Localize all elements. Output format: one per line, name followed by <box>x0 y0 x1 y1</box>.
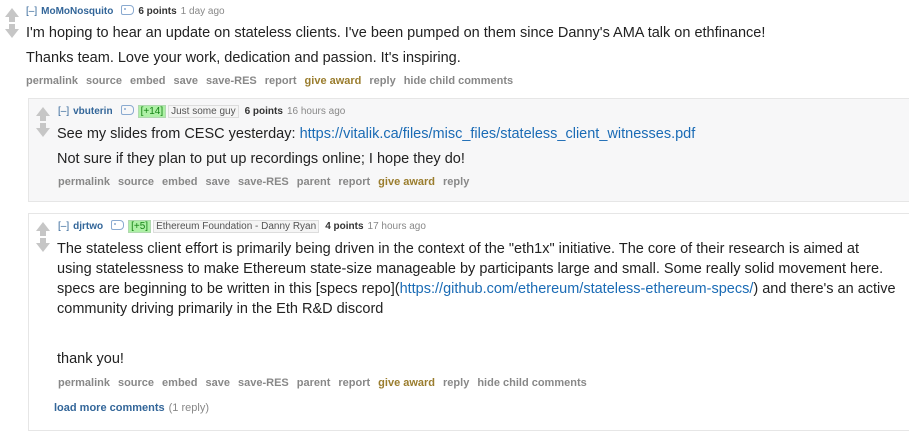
comment-paragraph: thank you! <box>57 351 124 367</box>
hide-child-comments-link[interactable]: hide child comments <box>404 75 513 87</box>
comment-actions: permalink source embed save save-RES parent re… <box>58 174 477 190</box>
timestamp: 1 day ago <box>180 6 225 17</box>
comment-vbuterin: [–] vbuterin [+14] Just some guy 6 points 16 … <box>28 98 909 202</box>
score: 4 points <box>325 221 364 232</box>
comment-body: The stateless client effort is primarily… <box>57 239 897 369</box>
upvote-arrow-icon[interactable] <box>35 222 51 236</box>
hide-child-comments-link[interactable]: hide child comments <box>477 377 586 389</box>
tag-icon[interactable] <box>111 220 125 230</box>
upvote-arrow-icon[interactable] <box>35 107 51 121</box>
load-more-comments: load more comments (1 reply) <box>54 402 209 414</box>
comment-tagline: [–] djrtwo [+5] Ethereum Foundation - Danny… <box>58 220 426 234</box>
karma-badge: [+5] <box>128 220 152 233</box>
comment-paragraph: I'm hoping to hear an update on stateles… <box>26 25 766 41</box>
comment-tagline: [–] MoMoNosquito 6 points 1 day ago <box>26 5 225 19</box>
comment-paragraph: See my slides from CESC yesterday: https… <box>57 124 897 144</box>
comment-text: See my slides from CESC yesterday: <box>57 126 300 142</box>
comment-djrtwo: [–] djrtwo [+5] Ethereum Foundation - Danny… <box>28 213 909 431</box>
reply-link[interactable]: reply <box>369 75 395 87</box>
parent-link[interactable]: parent <box>297 176 331 188</box>
user-flair: Just some guy <box>168 105 239 118</box>
embed-link[interactable]: embed <box>162 377 197 389</box>
vote-arrows <box>4 8 20 38</box>
give-award-link[interactable]: give award <box>378 176 435 188</box>
comment-momonosquito: [–] MoMoNosquito 6 points 1 day ago I'm hop… <box>0 0 909 92</box>
vote-arrows <box>35 222 51 252</box>
save-link[interactable]: save <box>206 377 230 389</box>
save-res-link[interactable]: save-RES <box>206 75 257 87</box>
source-link[interactable]: source <box>118 176 154 188</box>
save-link[interactable]: save <box>206 176 230 188</box>
parent-link[interactable]: parent <box>297 377 331 389</box>
user-flair: Ethereum Foundation - Danny Ryan <box>153 220 320 233</box>
comment-paragraph: Thanks team. Love your work, dedication … <box>26 50 461 66</box>
permalink-link[interactable]: permalink <box>58 176 110 188</box>
source-link[interactable]: source <box>118 377 154 389</box>
timestamp: 17 hours ago <box>367 221 426 232</box>
comment-actions: permalink source embed save save-RES parent re… <box>58 375 595 391</box>
give-award-link[interactable]: give award <box>378 377 435 389</box>
karma-badge: [+14] <box>137 105 167 118</box>
author-link[interactable]: vbuterin <box>73 106 112 117</box>
tag-icon[interactable] <box>121 5 135 15</box>
author-link[interactable]: djrtwo <box>73 221 103 232</box>
specs-repo-link[interactable]: https://github.com/ethereum/stateless-et… <box>400 281 754 297</box>
embed-link[interactable]: embed <box>130 75 165 87</box>
collapse-toggle[interactable]: [–] <box>26 6 37 17</box>
comment-paragraph: Not sure if they plan to put up recordin… <box>57 151 465 167</box>
save-res-link[interactable]: save-RES <box>238 176 289 188</box>
downvote-arrow-icon[interactable] <box>35 238 51 252</box>
slides-link[interactable]: https://vitalik.ca/files/misc_files/stat… <box>300 126 696 142</box>
reply-link[interactable]: reply <box>443 377 469 389</box>
upvote-arrow-icon[interactable] <box>4 8 20 22</box>
comment-body: See my slides from CESC yesterday: https… <box>57 124 897 169</box>
downvote-arrow-icon[interactable] <box>4 24 20 38</box>
permalink-link[interactable]: permalink <box>58 377 110 389</box>
save-link[interactable]: save <box>174 75 198 87</box>
timestamp: 16 hours ago <box>286 106 346 117</box>
downvote-arrow-icon[interactable] <box>35 123 51 137</box>
comment-body: I'm hoping to hear an update on stateles… <box>26 23 896 68</box>
tag-icon[interactable] <box>120 105 134 115</box>
score: 6 points <box>244 106 283 117</box>
comment-actions: permalink source embed save save-RES report gi… <box>26 73 521 89</box>
give-award-link[interactable]: give award <box>305 75 362 87</box>
score: 6 points <box>138 6 177 17</box>
reply-link[interactable]: reply <box>443 176 469 188</box>
report-link[interactable]: report <box>338 176 370 188</box>
vote-arrows <box>35 107 51 137</box>
collapse-toggle[interactable]: [–] <box>58 106 69 117</box>
comment-tagline: [–] vbuterin [+14] Just some guy 6 points 16 … <box>58 105 345 119</box>
permalink-link[interactable]: permalink <box>26 75 78 87</box>
reply-count: (1 reply) <box>168 402 209 414</box>
report-link[interactable]: report <box>338 377 370 389</box>
load-more-comments-link[interactable]: load more comments <box>54 402 165 414</box>
report-link[interactable]: report <box>265 75 297 87</box>
collapse-toggle[interactable]: [–] <box>58 221 69 232</box>
author-link[interactable]: MoMoNosquito <box>41 6 113 17</box>
source-link[interactable]: source <box>86 75 122 87</box>
save-res-link[interactable]: save-RES <box>238 377 289 389</box>
embed-link[interactable]: embed <box>162 176 197 188</box>
comment-paragraph: The stateless client effort is primarily… <box>57 239 897 319</box>
